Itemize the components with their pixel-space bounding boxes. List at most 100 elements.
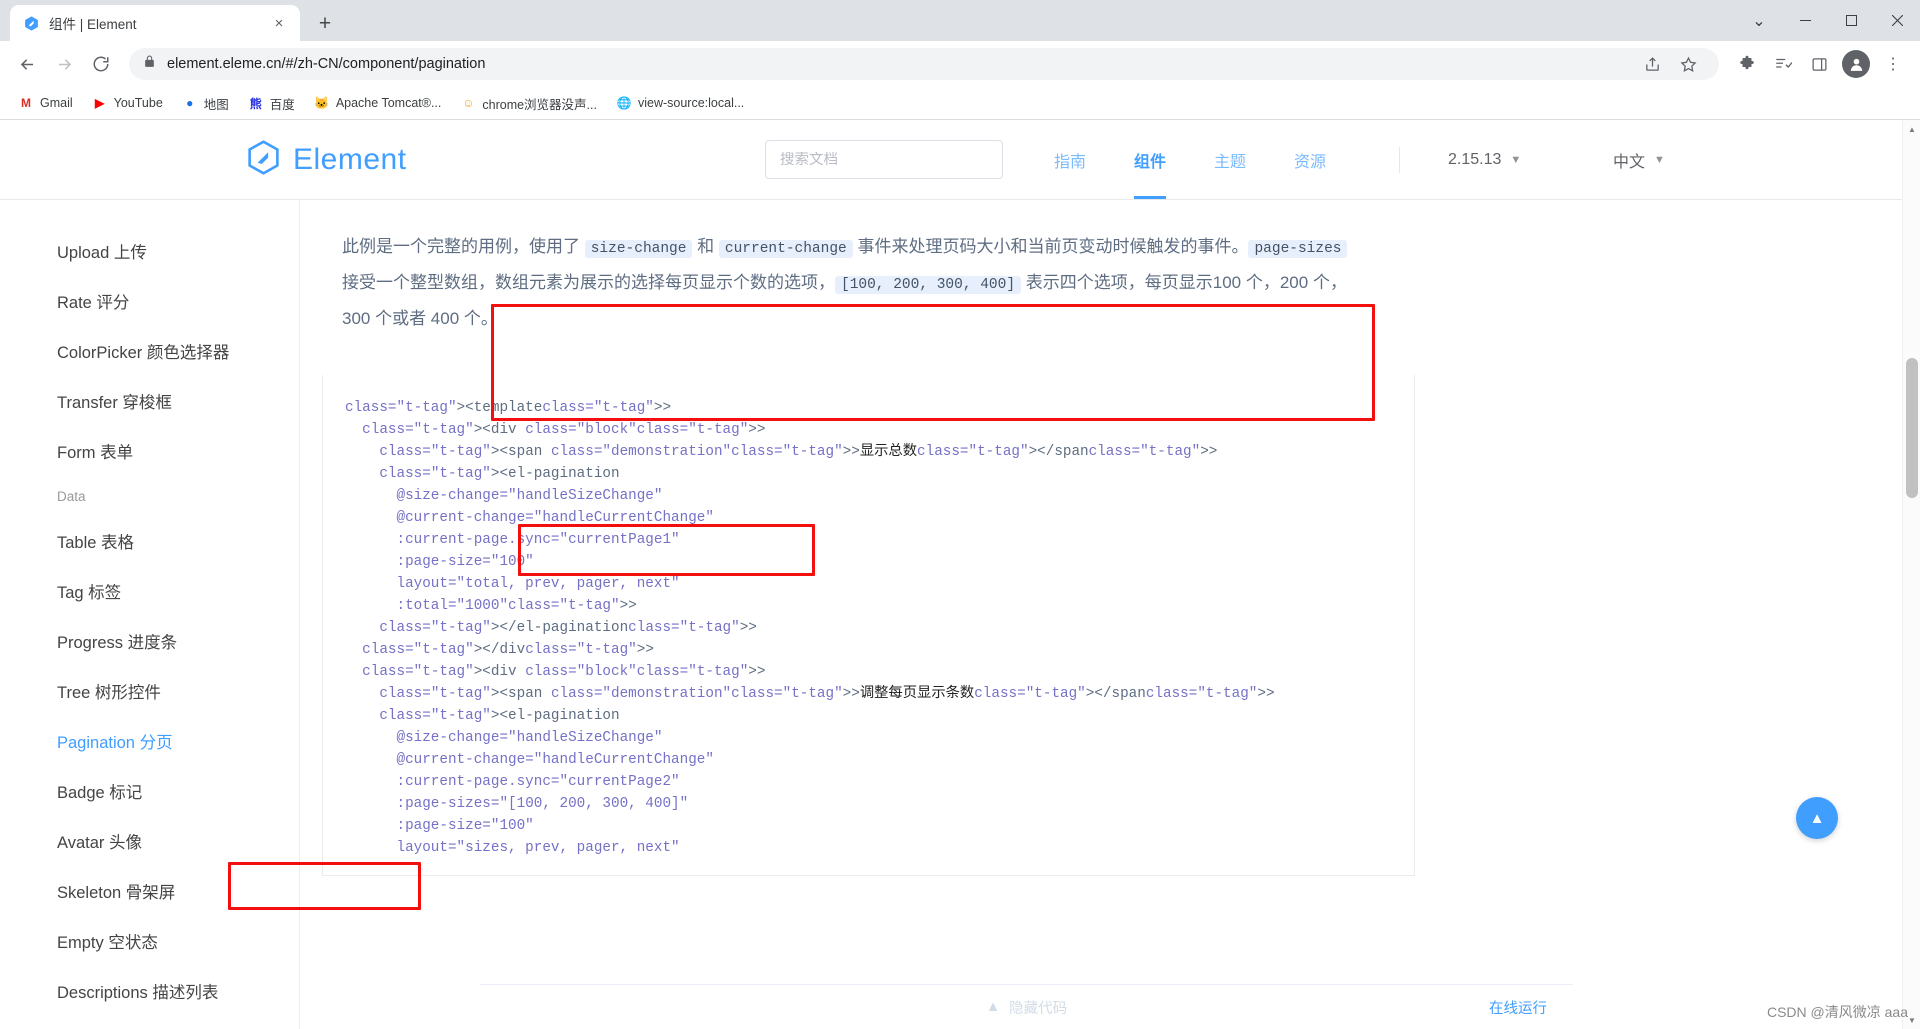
sidebar-item-rate[interactable]: Rate 评分 <box>0 276 299 326</box>
code-line: :current-page.sync="currentPage2" <box>396 774 680 790</box>
close-window-button[interactable] <box>1874 0 1920 41</box>
page-scrollbar[interactable]: ▲ ▼ <box>1902 120 1920 1029</box>
page-viewport: Element 指南组件主题资源 2.15.13 ▼ 中文 ▼ Up <box>0 120 1920 1029</box>
bookmark-favicon-icon: ▶ <box>95 96 105 110</box>
chrome-menu-icon[interactable]: ⋮ <box>1876 47 1910 81</box>
lock-icon <box>143 55 156 73</box>
side-panel-icon[interactable] <box>1802 47 1836 81</box>
minimize-button[interactable] <box>1782 0 1828 41</box>
code-line: @current-change="handleCurrentChange" <box>396 752 714 768</box>
avatar[interactable] <box>1842 50 1870 78</box>
window-controls: ⌄ <box>1736 0 1920 41</box>
sidebar-item-pagination[interactable]: Pagination 分页 <box>0 716 299 766</box>
language-selector[interactable]: 中文 ▼ <box>1613 148 1665 172</box>
bookmark-favicon-icon: 熊 <box>249 96 262 111</box>
sidebar-item-tag[interactable]: Tag 标签 <box>0 566 299 616</box>
extensions-puzzle-icon[interactable] <box>1730 47 1764 81</box>
browser-tab[interactable]: 组件 | Element × <box>10 5 300 41</box>
scrollbar-thumb[interactable] <box>1906 358 1918 498</box>
code-line: class="t-tag"><templateclass="t-tag">> <box>345 400 672 416</box>
hide-code-label: 隐藏代码 <box>1009 1000 1068 1017</box>
forward-icon[interactable] <box>47 47 81 81</box>
sidebar-item-skeleton[interactable]: Skeleton 骨架屏 <box>0 866 299 916</box>
code-line: class="t-tag"></el-paginationclass="t-ta… <box>379 620 757 636</box>
nav-item-资源[interactable]: 资源 <box>1270 120 1350 199</box>
code-line: class="t-tag"><el-pagination <box>379 708 620 724</box>
reading-list-icon[interactable] <box>1766 47 1800 81</box>
maximize-button[interactable] <box>1828 0 1874 41</box>
scroll-up-arrow-icon[interactable]: ▲ <box>1903 120 1920 138</box>
reload-icon[interactable] <box>84 47 118 81</box>
element-logo-icon <box>23 15 40 32</box>
bookmark-item[interactable]: 🐱 Apache Tomcat®... <box>306 91 450 115</box>
sidebar-group-Data: Data <box>57 488 86 504</box>
sidebar-item-avatar[interactable]: Avatar 头像 <box>0 816 299 866</box>
bookmark-item[interactable]: M Gmail <box>10 91 81 115</box>
new-tab-button[interactable]: + <box>310 8 340 38</box>
sidebar-item-colorpicker[interactable]: ColorPicker 颜色选择器 <box>0 326 299 376</box>
component-sidebar: Upload 上传 Rate 评分 ColorPicker 颜色选择器 Transfe… <box>0 200 300 1029</box>
element-docs-page: Element 指南组件主题资源 2.15.13 ▼ 中文 ▼ Up <box>0 120 1902 1029</box>
chevron-down-icon: ▼ <box>1510 153 1522 166</box>
bookmark-favicon-icon: ● <box>186 96 194 110</box>
sidebar-item-table[interactable]: Table 表格 <box>0 516 299 566</box>
bookmarks-bar: M Gmail ▶ YouTube ● 地图熊百度 🐱 Apache Tomcat®... ☺ c… <box>0 87 1920 120</box>
run-online-button[interactable]: 在线运行 <box>1489 997 1547 1018</box>
bookmark-item[interactable]: 熊百度 <box>240 90 303 117</box>
version-selector[interactable]: 2.15.13 ▼ <box>1448 151 1521 169</box>
desc-text-4: 接受一个整型数组，数组元素为展示的选择每页显示个数的选项， <box>342 273 835 292</box>
sidebar-item-progress[interactable]: Progress 进度条 <box>0 616 299 666</box>
code-line: :current-page.sync="currentPage1" <box>396 532 680 548</box>
docs-search-box[interactable] <box>765 140 1003 179</box>
bookmark-item[interactable]: ▶ YouTube <box>84 91 171 115</box>
bookmark-favicon-icon: ☺ <box>462 96 475 110</box>
code-line: @size-change="handleSizeChange" <box>396 730 663 746</box>
caret-up-icon: ▲ <box>1809 809 1825 827</box>
bookmark-label: chrome浏览器没声... <box>482 97 597 112</box>
back-icon[interactable] <box>10 47 44 81</box>
code-line: class="t-tag"><span class="demonstration… <box>379 686 1275 702</box>
bookmark-star-icon[interactable] <box>1671 47 1705 81</box>
bookmark-label: Gmail <box>40 96 73 110</box>
nav-item-指南[interactable]: 指南 <box>1030 120 1110 199</box>
code-line: :page-size="100" <box>396 554 534 570</box>
nav-item-主题[interactable]: 主题 <box>1190 120 1270 199</box>
desc-text-1: 此例是一个完整的用例，使用了 <box>342 237 585 256</box>
code-line: class="t-tag"><div class="block"class="t… <box>362 422 766 438</box>
inline-code-current-change: current-change <box>718 240 853 258</box>
close-icon[interactable]: × <box>268 12 290 34</box>
sidebar-item-upload[interactable]: Upload 上传 <box>0 226 299 276</box>
sidebar-item-empty[interactable]: Empty 空状态 <box>0 916 299 966</box>
code-line: layout="sizes, prev, pager, next" <box>396 840 680 856</box>
back-to-top-button[interactable]: ▲ <box>1796 797 1838 839</box>
desc-text-5: 表示四个选项，每页显示 <box>1021 273 1213 292</box>
browser-window: 组件 | Element × + ⌄ element.eleme.cn/#/zh… <box>0 0 1920 1029</box>
bookmark-item[interactable]: ☺ chrome浏览器没声... <box>452 90 605 117</box>
toolbar-right-icons: ⋮ <box>1730 47 1910 81</box>
header-divider <box>1399 146 1400 173</box>
bookmark-item[interactable]: 🌐 view-source:local... <box>608 91 752 115</box>
sidebar-item-descriptions[interactable]: Descriptions 描述列表 <box>0 966 299 1016</box>
sidebar-item-transfer[interactable]: Transfer 穿梭框 <box>0 376 299 426</box>
search-input[interactable] <box>780 151 988 168</box>
browser-toolbar: element.eleme.cn/#/zh-CN/component/pagin… <box>0 41 1920 87</box>
hide-code-button[interactable]: ▲ 隐藏代码 <box>986 997 1067 1018</box>
sidebar-item-form[interactable]: Form 表单 <box>0 426 299 476</box>
nav-item-组件[interactable]: 组件 <box>1110 120 1190 199</box>
address-bar[interactable]: element.eleme.cn/#/zh-CN/component/pagin… <box>129 48 1719 80</box>
code-line: layout="total, prev, pager, next" <box>396 576 680 592</box>
sidebar-item-badge[interactable]: Badge 标记 <box>0 766 299 816</box>
tab-title: 组件 | Element <box>49 17 137 32</box>
code-demo-footer: ▲ 隐藏代码 在线运行 <box>480 984 1573 1029</box>
bookmark-label: YouTube <box>113 96 163 110</box>
bookmark-label: view-source:local... <box>637 96 745 110</box>
site-header: Element 指南组件主题资源 2.15.13 ▼ 中文 ▼ <box>0 120 1902 200</box>
bookmark-item[interactable]: ● 地图 <box>174 90 237 117</box>
sidebar-item-tree[interactable]: Tree 树形控件 <box>0 666 299 716</box>
chevron-down-icon[interactable]: ⌄ <box>1736 0 1782 41</box>
share-icon[interactable] <box>1635 47 1669 81</box>
code-line: class="t-tag"><el-pagination <box>379 466 620 482</box>
site-logo[interactable]: Element <box>245 139 407 181</box>
code-line: class="t-tag"><span class="demonstration… <box>379 444 1218 460</box>
code-line: @size-change="handleSizeChange" <box>396 488 663 504</box>
